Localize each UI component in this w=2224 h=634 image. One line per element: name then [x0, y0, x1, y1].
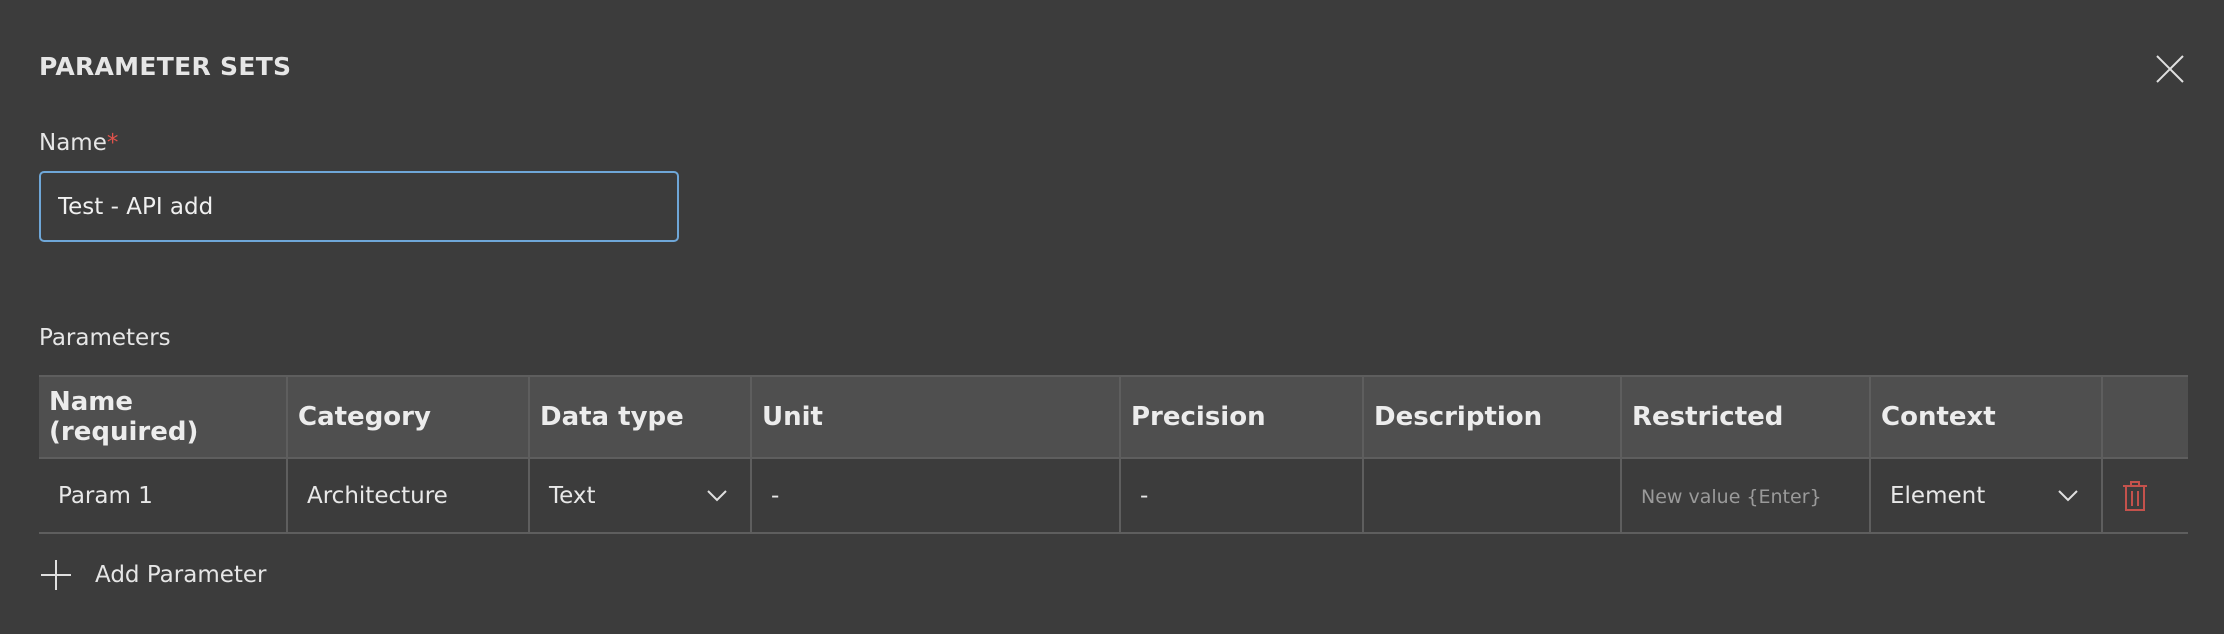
column-header-category: Category: [286, 375, 530, 459]
column-header-unit: Unit: [750, 375, 1121, 459]
restricted-value-input[interactable]: [1641, 485, 1841, 508]
column-header-data-type: Data type: [528, 375, 752, 459]
name-label-text: Name: [39, 130, 107, 156]
column-header-name: Name (required): [39, 375, 288, 459]
column-header-precision: Precision: [1119, 375, 1364, 459]
column-header-description: Description: [1362, 375, 1622, 459]
param-category-cell[interactable]: Architecture: [286, 457, 530, 534]
param-restricted-cell[interactable]: [1620, 457, 1871, 534]
param-actions-cell: [2101, 457, 2188, 534]
chevron-down-icon: [2058, 489, 2078, 501]
column-header-actions: [2101, 375, 2188, 459]
chevron-down-icon: [707, 489, 727, 501]
param-description-cell[interactable]: [1362, 457, 1622, 534]
context-value: Element: [1890, 482, 1986, 509]
column-header-context: Context: [1869, 375, 2103, 459]
param-data-type-cell[interactable]: Text: [528, 457, 752, 534]
param-name-cell[interactable]: Param 1: [39, 457, 288, 534]
table-row: Param 1 Architecture Text - - New value …: [39, 457, 2188, 534]
parameters-label: Parameters: [39, 325, 171, 351]
plus-icon: [41, 560, 71, 590]
add-parameter-button[interactable]: Add Parameter: [39, 558, 267, 592]
dialog-title: PARAMETER SETS: [39, 52, 292, 81]
required-marker: *: [106, 130, 119, 156]
name-input[interactable]: [39, 171, 679, 242]
param-precision-cell[interactable]: -: [1119, 457, 1364, 534]
data-type-dropdown[interactable]: Text: [549, 483, 750, 509]
data-type-value: Text: [549, 482, 596, 509]
parameters-table: Name (required) Category Data type Unit …: [39, 375, 2188, 534]
name-label: Name*: [39, 130, 118, 156]
param-unit-cell[interactable]: -: [750, 457, 1121, 534]
table-header-row: Name (required) Category Data type Unit …: [39, 375, 2188, 459]
context-dropdown[interactable]: Element: [1890, 483, 2101, 509]
close-icon[interactable]: [2153, 52, 2187, 86]
add-parameter-label: Add Parameter: [95, 562, 267, 588]
parameter-sets-dialog: PARAMETER SETS Name* Parameters Name (re…: [0, 0, 2224, 634]
param-context-cell[interactable]: Element: [1869, 457, 2103, 534]
column-header-restricted: Restricted: [1620, 375, 1871, 459]
trash-icon[interactable]: [2122, 480, 2148, 511]
